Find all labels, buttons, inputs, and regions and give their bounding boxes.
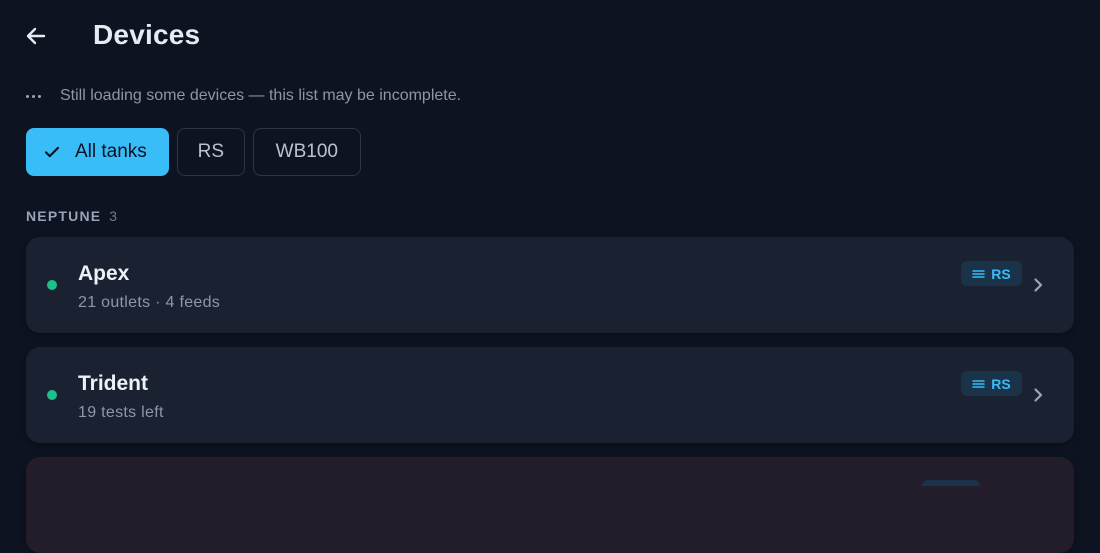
arrow-left-icon — [26, 27, 46, 45]
device-subtitle: 21 outlets · 4 feeds — [78, 294, 221, 311]
loading-text: Still loading some devices — this list m… — [60, 87, 462, 104]
section-count: 3 — [109, 208, 118, 224]
filter-chip-label: All tanks — [75, 141, 147, 162]
back-button[interactable] — [20, 20, 52, 52]
device-card-partial[interactable] — [26, 457, 1074, 553]
device-name: Apex — [78, 262, 130, 285]
ellipsis-icon — [26, 94, 46, 98]
filter-chips: All tanks RS WB100 — [26, 128, 361, 176]
page-title: Devices — [93, 19, 201, 50]
status-online-indicator — [47, 280, 57, 290]
filter-chip-rs[interactable]: RS — [176, 128, 245, 176]
filter-chip-label: RS — [197, 141, 225, 162]
device-card-apex[interactable]: Apex 21 outlets · 4 feeds RS — [26, 237, 1074, 333]
filter-chip-label: WB100 — [275, 141, 338, 162]
loading-notice: Still loading some devices — this list m… — [26, 86, 461, 106]
check-icon — [44, 146, 60, 158]
chevron-right-icon — [1034, 388, 1043, 402]
section-header-neptune: NEPTUNE 3 — [26, 208, 118, 224]
chevron-right-icon — [1034, 278, 1043, 292]
badge-label: RS — [991, 265, 1011, 282]
device-type-badge: RS — [961, 261, 1022, 286]
menu-lines-icon — [972, 379, 986, 388]
status-online-indicator — [47, 390, 57, 400]
badge-label: RS — [991, 375, 1011, 392]
menu-lines-icon — [972, 269, 986, 278]
device-type-badge: RS — [961, 371, 1022, 396]
filter-chip-wb100[interactable]: WB100 — [252, 128, 361, 176]
device-card-trident[interactable]: Trident 19 tests left RS — [26, 347, 1074, 443]
filter-chip-all-tanks[interactable]: All tanks — [26, 128, 169, 176]
device-subtitle: 19 tests left — [78, 404, 164, 421]
app-header: Devices — [0, 0, 1100, 72]
device-name: Trident — [78, 372, 149, 395]
section-title: NEPTUNE — [26, 208, 102, 224]
